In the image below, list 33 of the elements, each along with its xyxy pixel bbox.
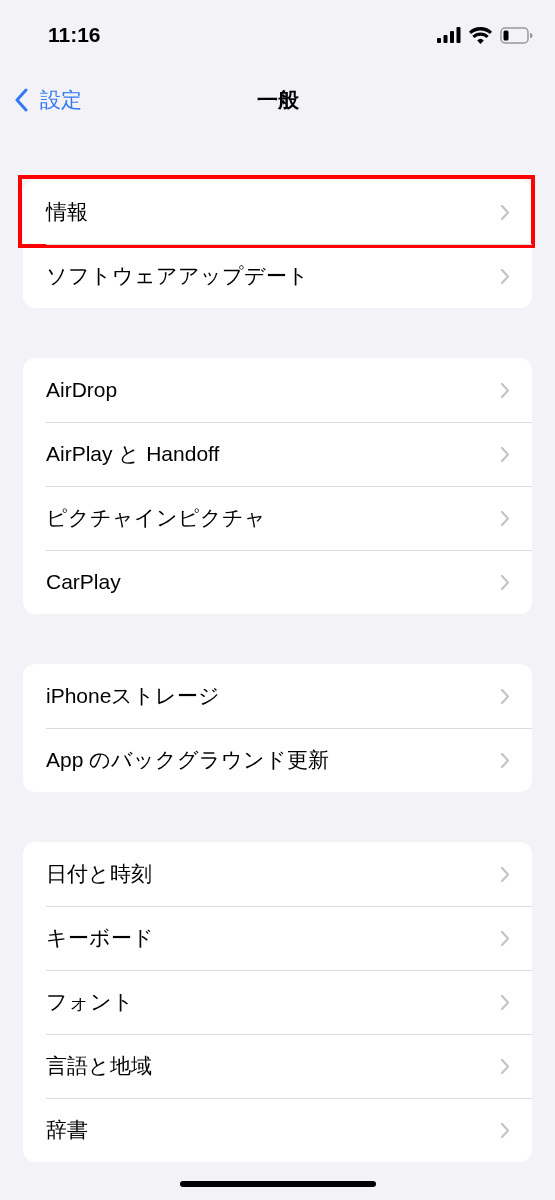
settings-row[interactable]: 辞書	[23, 1098, 532, 1162]
settings-row[interactable]: iPhoneストレージ	[23, 664, 532, 728]
settings-row[interactable]: App のバックグラウンド更新	[23, 728, 532, 792]
status-time: 11:16	[48, 23, 101, 47]
chevron-icon	[500, 751, 510, 769]
settings-row[interactable]: ソフトウェアアップデート	[23, 244, 532, 308]
back-chevron-icon	[14, 88, 28, 112]
settings-row[interactable]: 言語と地域	[23, 1034, 532, 1098]
chevron-icon	[500, 267, 510, 285]
settings-row[interactable]: AirPlay と Handoff	[23, 422, 532, 486]
wifi-icon	[469, 26, 492, 44]
chevron-icon	[500, 1121, 510, 1139]
settings-row[interactable]: フォント	[23, 970, 532, 1034]
settings-row[interactable]: ピクチャインピクチャ	[23, 486, 532, 550]
chevron-icon	[500, 203, 510, 221]
battery-icon	[500, 26, 533, 44]
signal-icon	[437, 27, 461, 43]
settings-row[interactable]: 日付と時刻	[23, 842, 532, 906]
settings-row[interactable]: キーボード	[23, 906, 532, 970]
chevron-icon	[500, 381, 510, 399]
back-button[interactable]: 設定	[0, 86, 82, 114]
chevron-icon	[500, 573, 510, 591]
chevron-icon	[500, 445, 510, 463]
chevron-icon	[500, 865, 510, 883]
chevron-icon	[500, 509, 510, 527]
settings-row[interactable]: AirDrop	[23, 358, 532, 422]
nav-title: 一般	[256, 87, 299, 113]
chevron-icon	[500, 929, 510, 947]
chevron-icon	[500, 1057, 510, 1075]
chevron-icon	[500, 687, 510, 705]
chevron-icon	[500, 993, 510, 1011]
settings-row[interactable]: CarPlay	[23, 550, 532, 614]
settings-row[interactable]: 情報	[23, 180, 532, 244]
